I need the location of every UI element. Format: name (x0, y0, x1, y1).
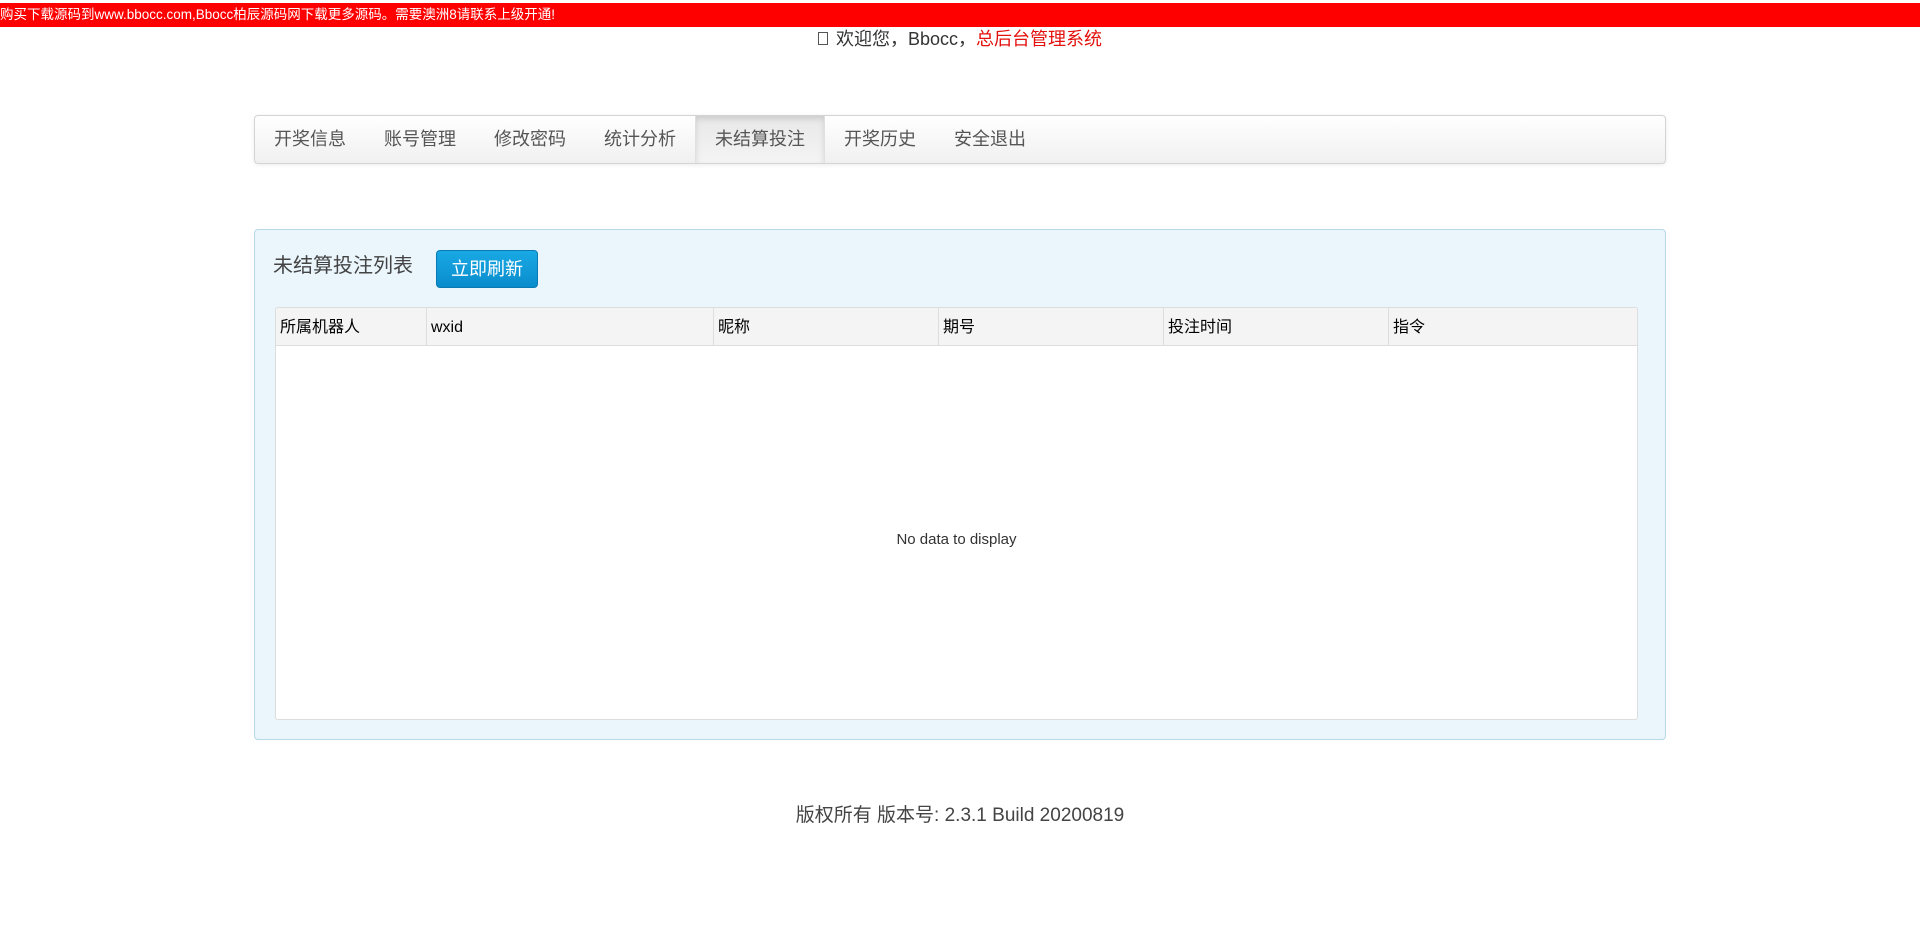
table-header: 所属机器人 wxid 昵称 期号 投注时间 指令 (276, 308, 1637, 346)
nav-item-logout[interactable]: 安全退出 (935, 116, 1045, 163)
user-icon (817, 32, 828, 46)
nav-item-draw-history[interactable]: 开奖历史 (825, 116, 935, 163)
welcome-text: 欢迎您，Bbocc， (835, 29, 977, 49)
refresh-button[interactable]: 立即刷新 (436, 250, 538, 288)
nav-item-draw-info[interactable]: 开奖信息 (255, 116, 365, 163)
column-header-nickname[interactable]: 昵称 (714, 308, 939, 345)
column-header-issue[interactable]: 期号 (939, 308, 1164, 345)
bets-table: 所属机器人 wxid 昵称 期号 投注时间 指令 No data to disp… (275, 307, 1638, 720)
panel-title: 未结算投注列表 (273, 255, 413, 277)
unsettled-bets-panel: 未结算投注列表 立即刷新 所属机器人 wxid 昵称 期号 投注时间 指令 No… (254, 229, 1666, 740)
table-body: No data to display (276, 346, 1637, 719)
column-header-robot[interactable]: 所属机器人 (276, 308, 427, 345)
footer-copyright: 版权所有 版本号: 2.3.1 Build 20200819 (795, 805, 1125, 826)
empty-message: No data to display (896, 531, 1017, 548)
column-header-bet-time[interactable]: 投注时间 (1164, 308, 1389, 345)
welcome-header: 欢迎您，Bbocc，总后台管理系统 (0, 27, 1920, 51)
nav-item-statistics[interactable]: 统计分析 (585, 116, 695, 163)
top-banner: 购买下载源码到www.bbocc.com,Bbocc柏辰源码网下载更多源码。需要… (0, 3, 1920, 27)
nav-item-unsettled-bets[interactable]: 未结算投注 (695, 116, 825, 163)
column-header-command[interactable]: 指令 (1389, 308, 1637, 345)
system-name: 总后台管理系统 (976, 29, 1103, 49)
nav-item-account-management[interactable]: 账号管理 (365, 116, 475, 163)
column-header-wxid[interactable]: wxid (427, 308, 714, 345)
main-navbar: 开奖信息 账号管理 修改密码 统计分析 未结算投注 开奖历史 安全退出 (254, 115, 1666, 164)
banner-text: 购买下载源码到www.bbocc.com,Bbocc柏辰源码网下载更多源码。需要… (0, 7, 556, 22)
nav-item-change-password[interactable]: 修改密码 (475, 116, 585, 163)
